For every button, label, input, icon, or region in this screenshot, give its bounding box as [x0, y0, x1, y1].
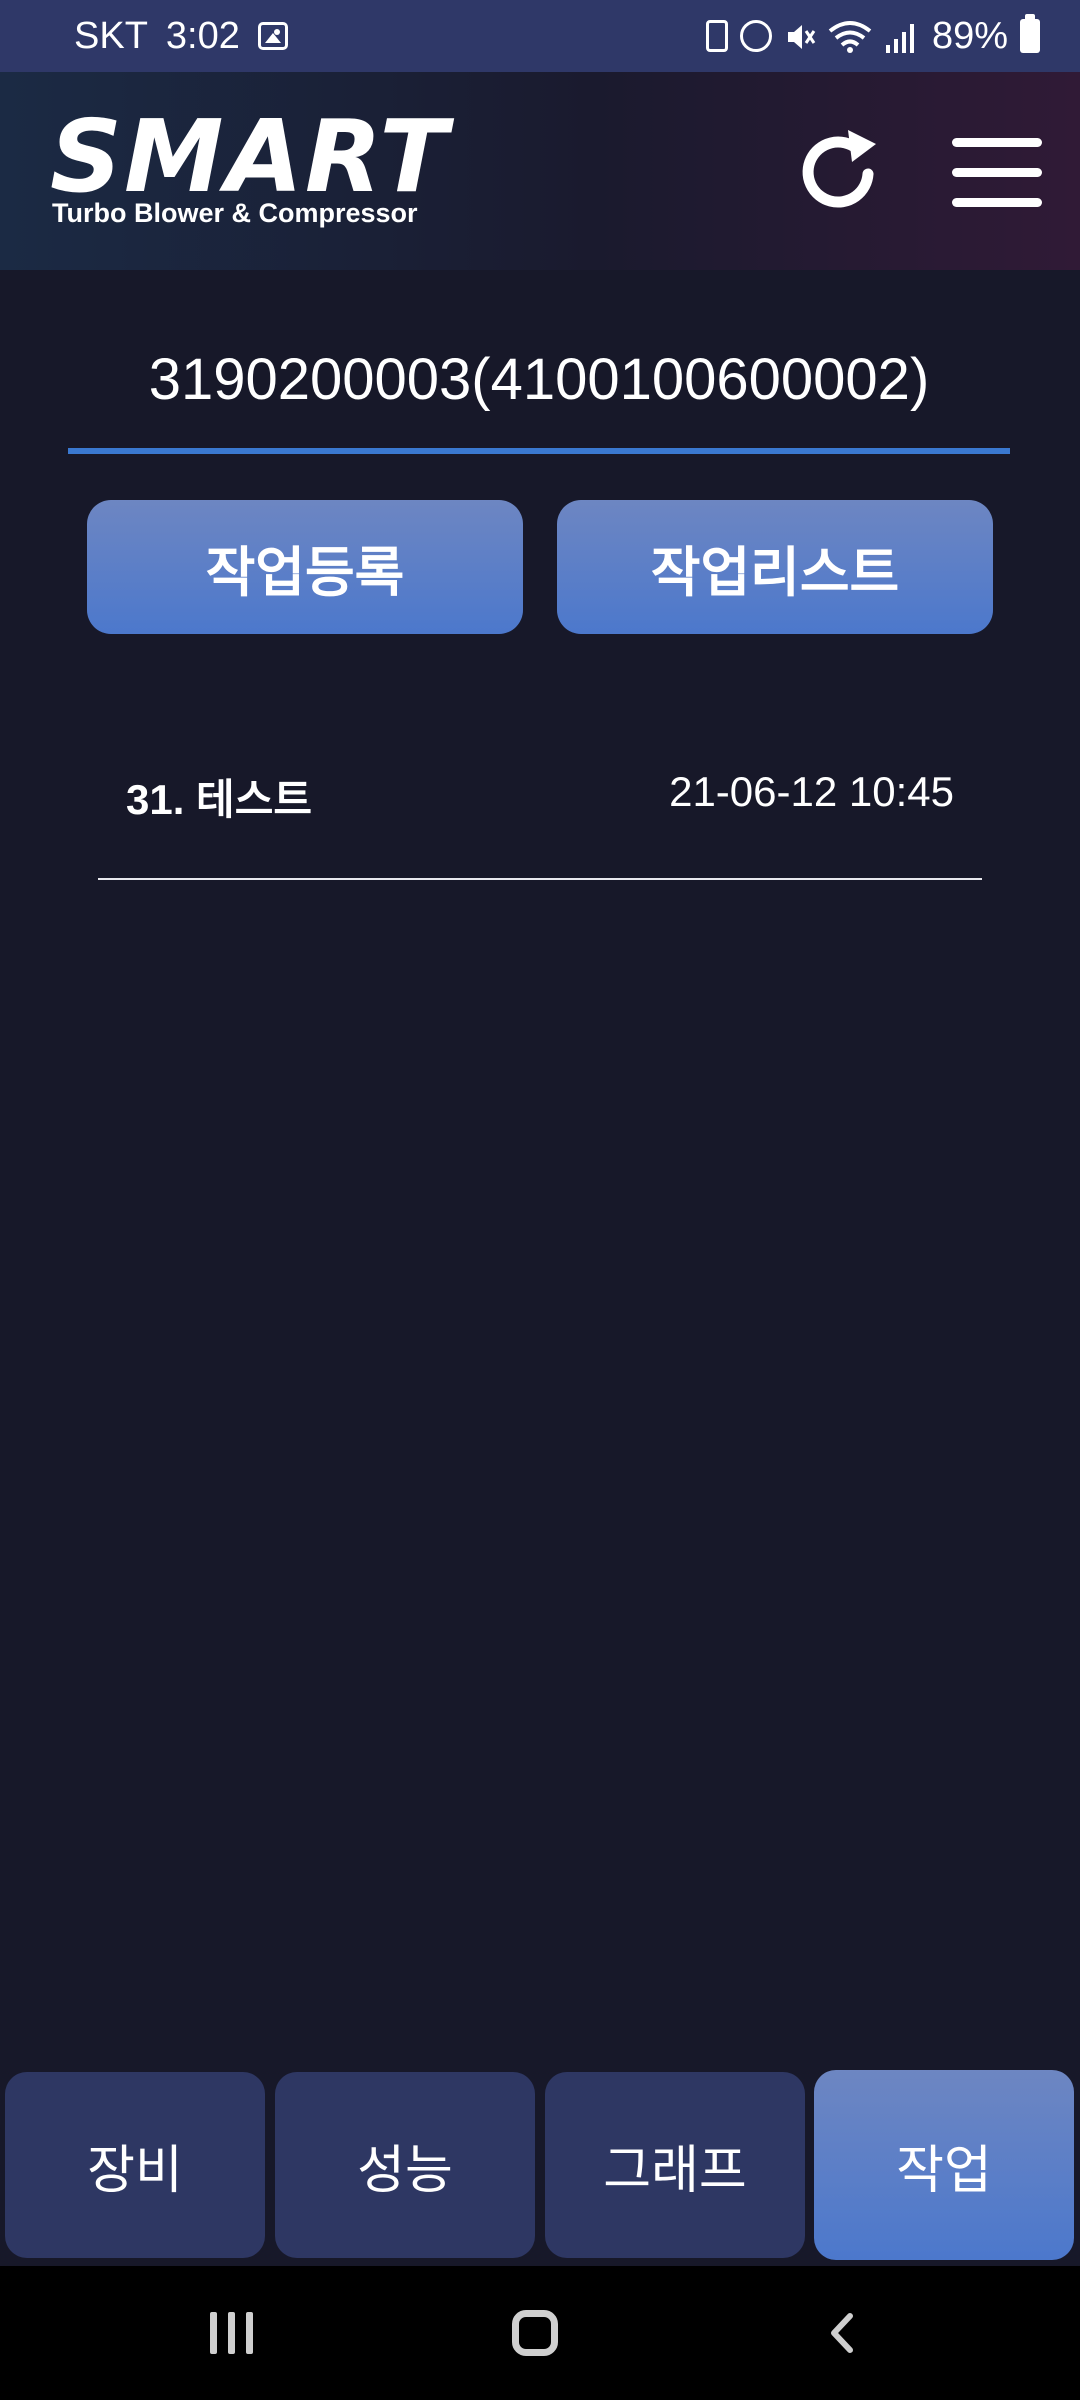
- gallery-notification-icon: [257, 22, 288, 50]
- hamburger-menu-icon[interactable]: [952, 138, 1048, 208]
- signal-icon: [884, 20, 920, 53]
- status-right: 89%: [705, 14, 1040, 58]
- clock: 3:02: [165, 14, 240, 57]
- home-icon[interactable]: [512, 2310, 558, 2356]
- mute-icon: [784, 20, 816, 52]
- status-bar: SKT 3:02 89%: [0, 0, 1080, 72]
- bottom-tab-bar: 장비 성능 그래프 작업: [0, 2070, 1080, 2262]
- battery-saver-icon: [705, 20, 728, 52]
- work-register-button[interactable]: 작업등록: [87, 500, 523, 634]
- battery-icon: [1020, 14, 1040, 53]
- device-id-title: 3190200003(4100100600002): [148, 347, 930, 412]
- work-list-button[interactable]: 작업리스트: [557, 500, 993, 634]
- back-icon[interactable]: [820, 2310, 866, 2356]
- status-left: SKT 3:02: [74, 15, 288, 58]
- tab-equipment[interactable]: 장비: [5, 2072, 265, 2258]
- logo-subtitle: Turbo Blower & Compressor: [52, 198, 418, 228]
- alarm-icon: [739, 20, 772, 52]
- work-list-item[interactable]: 31. 테스트 21-06-12 10:45: [98, 740, 982, 880]
- refresh-icon[interactable]: [790, 124, 886, 220]
- work-item-date: 21-06-12 10:45: [669, 768, 954, 815]
- tab-work[interactable]: 작업: [814, 2070, 1074, 2260]
- logo-wordmark: SMART: [50, 98, 450, 215]
- system-nav-bar: [0, 2266, 1080, 2400]
- tab-performance[interactable]: 성능: [275, 2072, 535, 2258]
- recents-icon[interactable]: [210, 2312, 256, 2354]
- app-header: SMART Turbo Blower & Compressor: [0, 72, 1080, 270]
- wifi-icon: [828, 19, 872, 53]
- work-item-title: 31. 테스트: [126, 776, 312, 823]
- tab-graph[interactable]: 그래프: [545, 2072, 805, 2258]
- smart-logo: SMART Turbo Blower & Compressor: [50, 102, 500, 232]
- carrier-label: SKT: [74, 14, 148, 57]
- title-underline: [68, 448, 1010, 454]
- battery-percent: 89%: [931, 14, 1008, 57]
